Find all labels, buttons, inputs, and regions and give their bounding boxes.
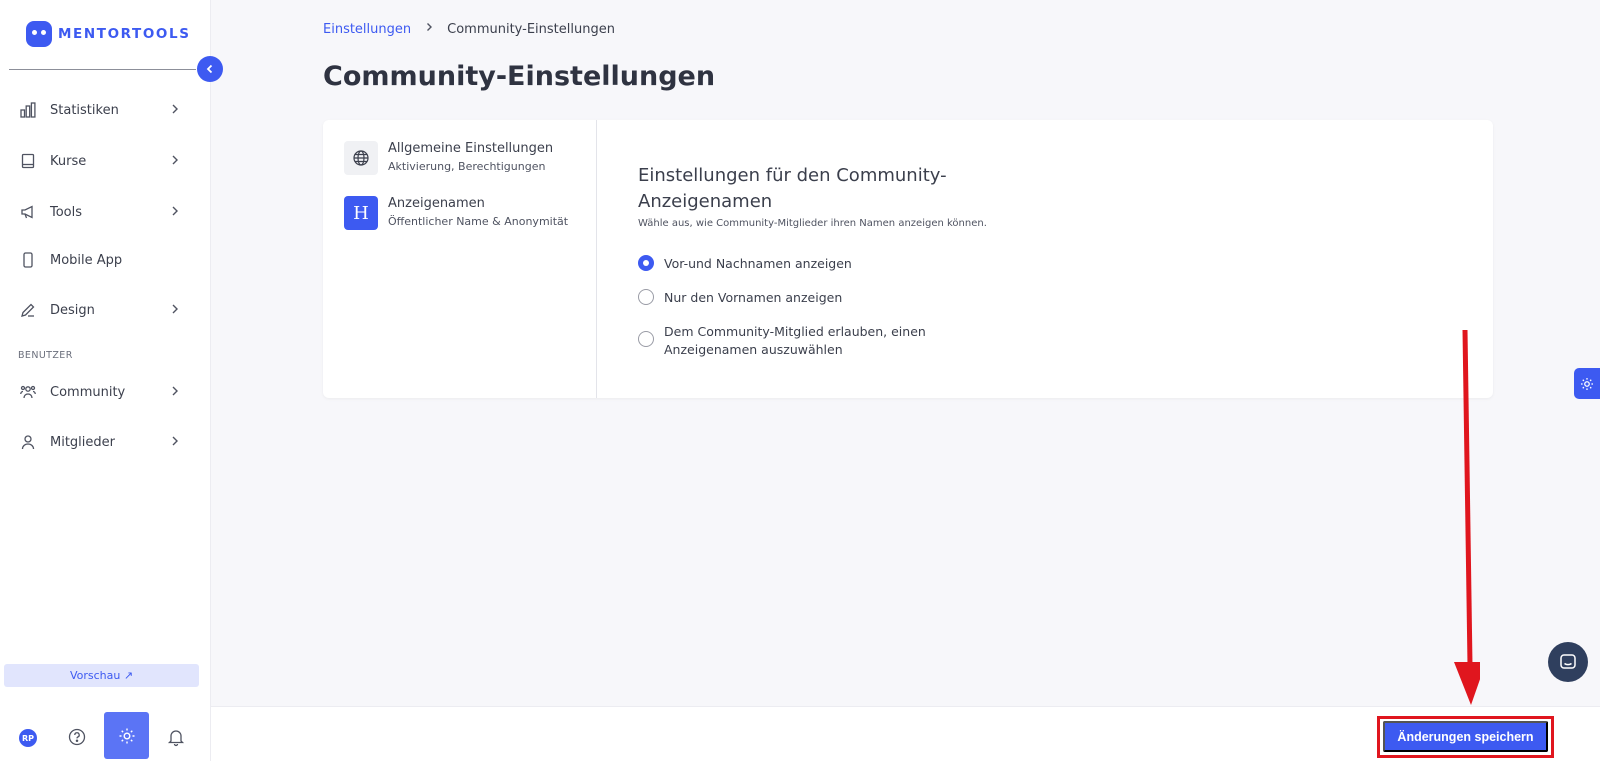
sidebar-item-label: Design: [50, 302, 95, 318]
question-icon[interactable]: [67, 727, 87, 747]
sidebar-item-label: Statistiken: [50, 102, 119, 118]
user-icon: [19, 433, 37, 451]
sidebar-item-mitglieder[interactable]: Mitglieder: [0, 424, 200, 460]
radio-option-full-name[interactable]: Vor-und Nachnamen anzeigen: [638, 255, 1004, 273]
radio-option-first-name[interactable]: Nur den Vornamen anzeigen: [638, 289, 1004, 307]
bell-icon[interactable]: [166, 727, 186, 747]
radio-button[interactable]: [638, 255, 654, 271]
tab-allgemeine-einstellungen[interactable]: Allgemeine Einstellungen Aktivierung, Be…: [344, 141, 553, 175]
radio-option-custom-name[interactable]: Dem Community-Mitglied erlauben, einen A…: [638, 323, 1004, 359]
radio-button[interactable]: [638, 289, 654, 305]
phone-icon: [19, 251, 37, 269]
chevron-right-icon: [172, 155, 178, 165]
page-title: Community-Einstellungen: [323, 61, 716, 92]
chevron-right-icon: [172, 386, 178, 396]
panel-description: Wähle aus, wie Community-Mitglieder ihre…: [638, 218, 987, 229]
gear-icon: [119, 728, 134, 743]
sidebar-item-label: Tools: [50, 204, 83, 220]
radio-label: Dem Community-Mitglied erlauben, einen A…: [664, 324, 926, 357]
chevron-right-icon: [423, 21, 435, 37]
section-label-benutzer: BENUTZER: [18, 350, 73, 361]
sidebar-item-kurse[interactable]: Kurse: [0, 143, 200, 179]
pencil-icon: [19, 301, 37, 319]
tab-title: Allgemeine Einstellungen: [388, 141, 554, 156]
tab-subtitle: Aktivierung, Berechtigungen: [388, 160, 546, 173]
panel-title: Einstellungen für den Community-Anzeigen…: [638, 165, 947, 212]
breadcrumb-current: Community-Einstellungen: [447, 21, 615, 37]
floating-settings-button[interactable]: [1574, 368, 1600, 399]
brand-name: MENTORTOOLS: [58, 26, 191, 42]
robot-logo-icon: [26, 21, 52, 47]
sidebar-item-label: Community: [50, 384, 126, 400]
sidebar-collapse-button[interactable]: [197, 56, 223, 82]
chevron-right-icon: [172, 104, 178, 114]
sidebar-item-tools[interactable]: Tools: [0, 194, 200, 230]
book-icon: [19, 152, 37, 170]
globe-icon: [344, 141, 378, 175]
sidebar-item-design[interactable]: Design: [0, 292, 200, 328]
gear-icon: [1581, 377, 1593, 390]
tab-subtitle: Öffentlicher Name & Anonymität: [388, 215, 569, 228]
megaphone-icon: [19, 203, 37, 221]
sidebar-item-label: Mitglieder: [50, 434, 115, 450]
h-letter-icon: H: [344, 196, 378, 230]
chat-button[interactable]: [1548, 642, 1588, 682]
sidebar-item-label: Kurse: [50, 153, 87, 169]
tab-anzeigenamen[interactable]: H Anzeigenamen Öffentlicher Name & Anony…: [344, 196, 568, 230]
radio-button[interactable]: [638, 331, 654, 347]
chevron-right-icon: [172, 436, 178, 446]
chevron-left-icon: [206, 64, 213, 74]
radio-label: Nur den Vornamen anzeigen: [664, 290, 843, 305]
bar-chart-icon: [19, 101, 37, 119]
breadcrumb: Einstellungen Community-Einstellungen: [323, 21, 615, 37]
people-icon: [19, 383, 37, 401]
tab-title: Anzeigenamen: [388, 196, 485, 211]
chat-icon: [1560, 654, 1576, 669]
sidebar-item-community[interactable]: Community: [0, 374, 200, 410]
preview-button[interactable]: Vorschau ↗: [4, 664, 199, 687]
sidebar: MENTORTOOLS Statistiken Kurse Tools Mobi…: [0, 0, 211, 761]
chevron-right-icon: [172, 206, 178, 216]
chevron-right-icon: [172, 304, 178, 314]
sidebar-item-label: Mobile App: [50, 252, 123, 268]
brand-logo[interactable]: MENTORTOOLS: [26, 21, 191, 47]
annotation-arrow: [1454, 329, 1480, 705]
settings-button[interactable]: [104, 712, 149, 759]
sidebar-item-statistiken[interactable]: Statistiken: [0, 92, 200, 128]
radio-label: Vor-und Nachnamen anzeigen: [664, 256, 852, 271]
sidebar-divider: [9, 69, 196, 70]
sidebar-item-mobile-app[interactable]: Mobile App: [0, 242, 200, 278]
breadcrumb-link-einstellungen[interactable]: Einstellungen: [323, 22, 411, 37]
card-divider: [596, 120, 597, 398]
avatar[interactable]: RP: [19, 729, 37, 747]
save-changes-button[interactable]: Änderungen speichern: [1383, 721, 1548, 752]
